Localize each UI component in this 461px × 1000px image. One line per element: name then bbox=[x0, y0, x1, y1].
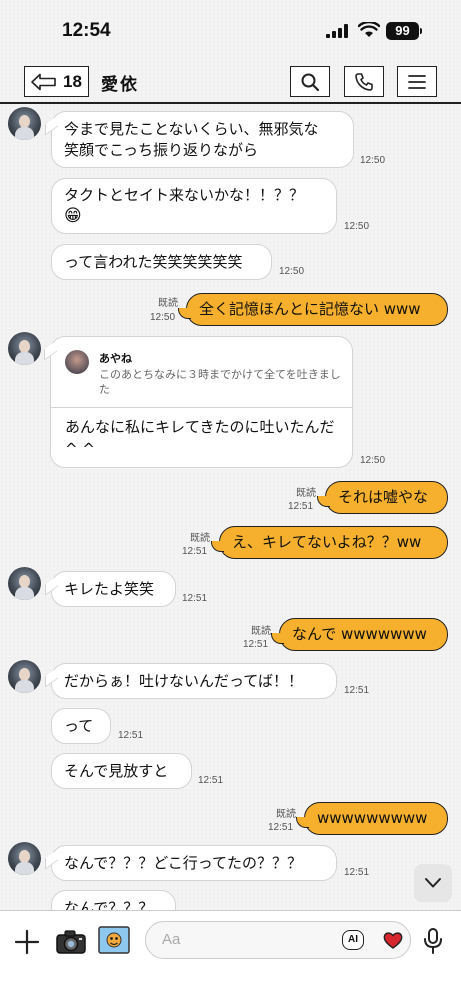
message-time: 12:50 bbox=[150, 312, 176, 323]
message-text: って言われた笑笑笑笑笑笑 bbox=[64, 253, 243, 271]
message-time: 12:51 bbox=[243, 639, 269, 650]
search-icon bbox=[301, 73, 320, 91]
message-text: 全く記憶ほんとに記憶ない www bbox=[199, 300, 421, 318]
avatar[interactable] bbox=[8, 332, 41, 365]
message-input[interactable]: Aa AI bbox=[145, 921, 411, 959]
message-time: 12:50 bbox=[360, 455, 386, 466]
message-outgoing[interactable]: それは嘘やな bbox=[317, 481, 448, 514]
message-incoming[interactable]: キレたよ笑笑 bbox=[51, 571, 176, 607]
emoji: 😁 bbox=[64, 206, 82, 226]
avatar[interactable] bbox=[8, 567, 41, 600]
read-receipt: 既読 bbox=[158, 298, 178, 309]
camera-icon[interactable] bbox=[55, 929, 87, 955]
message-time: 12:51 bbox=[288, 501, 314, 512]
chat-title: 愛依 bbox=[101, 75, 139, 95]
quoted-avatar bbox=[65, 350, 89, 374]
message-time: 12:50 bbox=[279, 266, 305, 277]
picture-icon[interactable] bbox=[98, 926, 130, 954]
message-incoming[interactable]: 今まで見たことないくらい、無邪気な 笑顔でこっち振り返りながら bbox=[51, 111, 354, 168]
message-incoming[interactable]: って bbox=[51, 708, 111, 744]
search-button[interactable] bbox=[290, 66, 330, 97]
read-receipt: 既読 bbox=[190, 533, 210, 544]
menu-button[interactable] bbox=[397, 66, 437, 97]
phone-icon bbox=[355, 72, 373, 91]
message-outgoing[interactable]: え、キレてないよね？？ww bbox=[211, 526, 448, 559]
ai-icon[interactable]: AI bbox=[342, 930, 364, 950]
message-text: え、キレてないよね？？ww bbox=[232, 533, 422, 551]
message-time: 12:51 bbox=[182, 593, 208, 604]
message-time: 12:51 bbox=[198, 775, 224, 786]
wifi-icon bbox=[358, 22, 380, 37]
heart-icon[interactable] bbox=[382, 929, 404, 951]
message-text: あんなに私にキレてきたのに吐いたんだ^ ^ bbox=[65, 418, 335, 458]
message-incoming[interactable]: タクトとセイト来ないかな！！？？ 😁 bbox=[51, 178, 337, 234]
quoted-name: あやね bbox=[99, 352, 132, 365]
message-time: 12:51 bbox=[344, 685, 370, 696]
message-outgoing[interactable]: 全く記憶ほんとに記憶ない www bbox=[178, 293, 448, 326]
scroll-to-bottom-button[interactable] bbox=[414, 864, 452, 902]
call-button[interactable] bbox=[344, 66, 384, 97]
message-text: なんで？？？どこ行ってたの？？？ bbox=[64, 854, 303, 872]
status-time: 12:54 bbox=[62, 20, 111, 41]
message-time: 12:50 bbox=[344, 221, 370, 232]
status-bar: 12:54 99 bbox=[0, 0, 461, 60]
message-text: だからぁ！吐けないんだってば！！ bbox=[64, 672, 303, 690]
message-time: 12:50 bbox=[360, 155, 386, 166]
avatar[interactable] bbox=[8, 107, 41, 140]
message-outgoing[interactable]: wwwwwwwww bbox=[296, 802, 448, 835]
chevron-down-icon bbox=[425, 878, 441, 888]
unread-count: 18 bbox=[63, 71, 82, 91]
message-text: wwwwwwwww bbox=[317, 809, 428, 827]
message-incoming[interactable]: そんで見放すと bbox=[51, 753, 192, 789]
message-text: って bbox=[64, 717, 94, 735]
avatar[interactable] bbox=[8, 660, 41, 693]
message-text: そんで見放すと bbox=[64, 762, 169, 780]
back-button[interactable]: 18 bbox=[24, 66, 89, 97]
message-incoming[interactable]: だからぁ！吐けないんだってば！！ bbox=[51, 663, 337, 699]
read-receipt: 既読 bbox=[251, 626, 271, 637]
menu-icon bbox=[408, 74, 426, 89]
quoted-text: このあとちなみに３時までかけて全てを吐きました bbox=[99, 368, 341, 396]
plus-icon[interactable] bbox=[14, 929, 40, 955]
read-receipt: 既読 bbox=[296, 488, 316, 499]
message-text: タクトとセイト来ないかな！！？？ bbox=[64, 186, 305, 204]
message-incoming[interactable]: なんで？？？どこ行ってたの？？？ bbox=[51, 845, 337, 881]
read-receipt: 既読 bbox=[276, 809, 296, 820]
message-time: 12:51 bbox=[344, 867, 370, 878]
message-time: 12:51 bbox=[268, 822, 294, 833]
reply-message[interactable]: あやね このあとちなみに３時までかけて全てを吐きました あんなに私にキレてきたの… bbox=[50, 336, 353, 468]
composer-bar: Aa AI bbox=[0, 910, 461, 1000]
message-text: なんで wwwwwww bbox=[292, 625, 427, 643]
message-outgoing[interactable]: なんで wwwwwww bbox=[271, 618, 448, 651]
back-arrow-icon bbox=[31, 73, 56, 90]
input-placeholder: Aa bbox=[162, 931, 181, 948]
message-incoming[interactable]: って言われた笑笑笑笑笑笑 bbox=[51, 244, 272, 280]
message-text: キレたよ笑笑 bbox=[64, 580, 155, 598]
signal-icon bbox=[326, 24, 348, 38]
quoted-message[interactable]: あやね このあとちなみに３時までかけて全てを吐きました bbox=[51, 337, 352, 408]
avatar[interactable] bbox=[8, 842, 41, 875]
message-text: 笑顔でこっち振り返りながら bbox=[64, 141, 258, 159]
message-text: 今まで見たことないくらい、無邪気な bbox=[64, 120, 319, 138]
mic-icon[interactable] bbox=[421, 927, 445, 955]
message-time: 12:51 bbox=[182, 546, 208, 557]
battery-indicator: 99 bbox=[386, 22, 422, 40]
message-text: それは嘘やな bbox=[338, 488, 429, 506]
chat-header: 18 愛依 bbox=[0, 60, 461, 104]
message-time: 12:51 bbox=[118, 730, 144, 741]
